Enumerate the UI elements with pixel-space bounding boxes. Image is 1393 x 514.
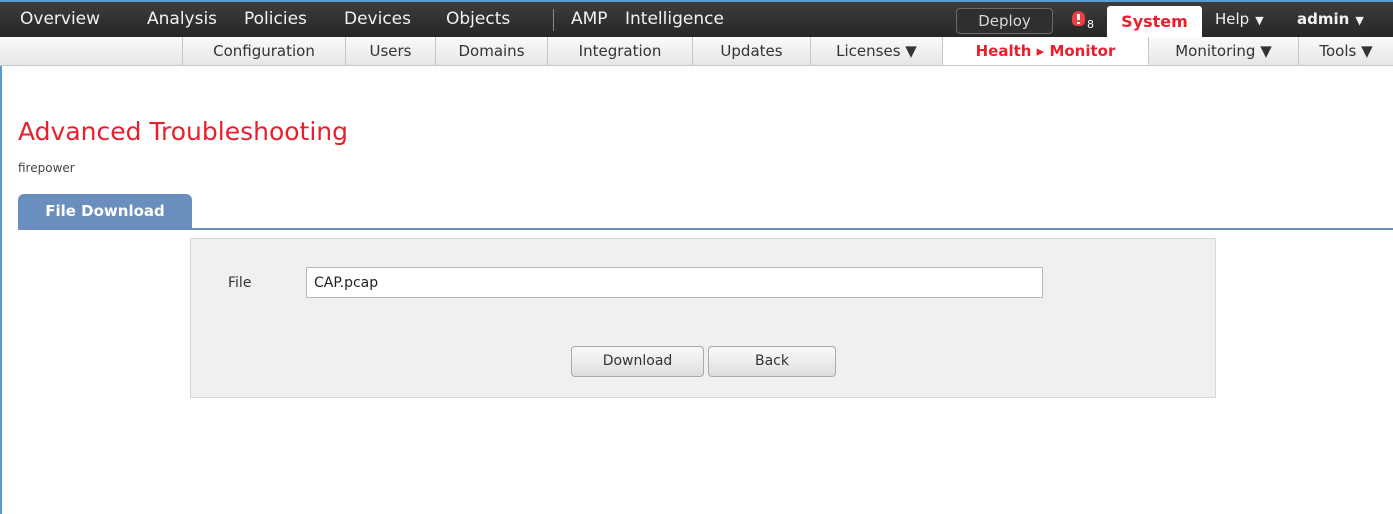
file-input[interactable]: [306, 267, 1043, 298]
file-download-panel: File Download Back: [190, 238, 1216, 398]
nav-amp[interactable]: AMP: [571, 2, 608, 37]
chevron-down-icon: ▼: [1355, 14, 1364, 27]
top-navigation-bar: Overview Analysis Policies Devices Objec…: [0, 0, 1393, 39]
subnav-tools[interactable]: Tools ▼: [1298, 37, 1393, 65]
subnav-monitoring[interactable]: Monitoring ▼: [1148, 37, 1298, 65]
alert-notifications[interactable]: 8: [1072, 10, 1102, 36]
nav-system[interactable]: System: [1107, 6, 1202, 39]
back-button[interactable]: Back: [708, 346, 836, 377]
subnav-health-monitor[interactable]: Health ▸ Monitor: [942, 37, 1148, 65]
alert-count: 8: [1087, 18, 1094, 31]
nav-devices[interactable]: Devices: [344, 2, 411, 37]
tab-divider: [18, 228, 1393, 230]
help-label: Help: [1215, 10, 1250, 28]
nav-policies[interactable]: Policies: [244, 2, 307, 37]
nav-objects[interactable]: Objects: [446, 2, 510, 37]
nav-analysis[interactable]: Analysis: [147, 2, 217, 37]
alert-icon: [1072, 11, 1085, 26]
subnav-updates[interactable]: Updates: [692, 37, 810, 65]
subnav-users[interactable]: Users: [345, 37, 435, 65]
subnav-configuration[interactable]: Configuration: [182, 37, 345, 65]
file-label: File: [228, 275, 252, 291]
nav-help-menu[interactable]: Help ▼: [1215, 2, 1264, 37]
nav-divider: [553, 9, 554, 31]
secondary-navigation-bar: Configuration Users Domains Integration …: [0, 37, 1393, 66]
subnav-licenses[interactable]: Licenses ▼: [810, 37, 942, 65]
page-subtitle: firepower: [18, 161, 75, 175]
page-title: Advanced Troubleshooting: [18, 117, 349, 146]
nav-overview[interactable]: Overview: [20, 2, 100, 37]
nav-user-menu[interactable]: admin ▼: [1297, 2, 1364, 37]
chevron-down-icon: ▼: [1255, 14, 1264, 27]
deploy-button[interactable]: Deploy: [956, 8, 1053, 34]
download-button[interactable]: Download: [571, 346, 704, 377]
subnav-integration[interactable]: Integration: [547, 37, 692, 65]
nav-intelligence[interactable]: Intelligence: [625, 2, 724, 37]
subnav-domains[interactable]: Domains: [435, 37, 547, 65]
window-frame: [0, 0, 2, 514]
user-label: admin: [1297, 10, 1350, 28]
tab-file-download[interactable]: File Download: [18, 194, 192, 228]
